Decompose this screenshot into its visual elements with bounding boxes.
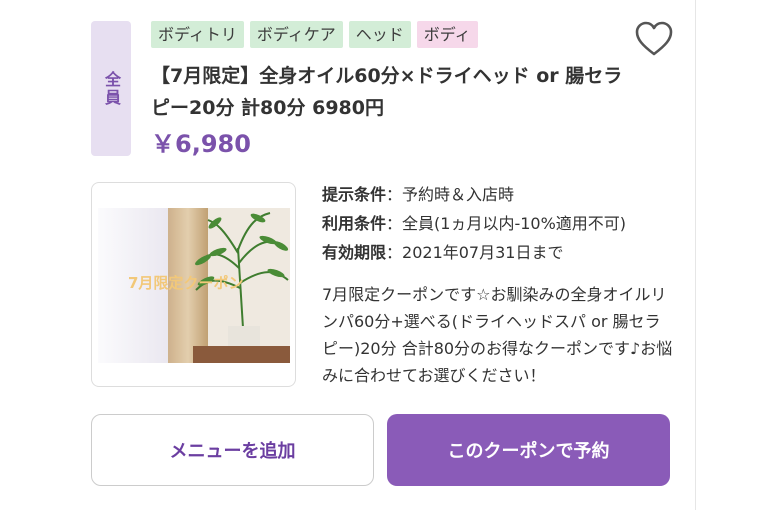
condition-value: 予約時＆入店時 [402, 185, 515, 204]
right-divider [695, 0, 696, 510]
condition-label: 有効期限 [322, 243, 387, 262]
condition-value: 2021年07月31日まで [402, 243, 564, 262]
tag-body: ボディ [416, 21, 478, 48]
coupon-title: 【7月限定】全身オイル60分×ドライヘッド or 腸セラピー20分 計80分 6… [151, 65, 623, 119]
category-tags: ボディトリ ボディケア ヘッド ボディ [151, 21, 478, 48]
condition-presentation: 提示条件：予約時＆入店時 [322, 185, 515, 204]
coupon-image: 7月限定クーポン [98, 208, 290, 363]
condition-label: 利用条件 [322, 214, 387, 233]
condition-expiry: 有効期限：2021年07月31日まで [322, 243, 564, 262]
image-caption: 7月限定クーポン [128, 274, 243, 292]
favorite-button[interactable] [634, 20, 674, 58]
coupon-price: ￥6,980 [151, 130, 251, 158]
add-menu-button[interactable]: メニューを追加 [91, 414, 374, 486]
member-badge: 全員 [91, 21, 131, 156]
tag-body-treatment: ボディトリ [151, 21, 244, 48]
tag-body-care: ボディケア [249, 21, 343, 48]
condition-usage: 利用条件：全員(1ヵ月以内-10%適用不可) [322, 214, 627, 233]
heart-outline-icon [635, 21, 673, 56]
coupon-conditions: 提示条件：予約時＆入店時 利用条件：全員(1ヵ月以内-10%適用不可) 有効期限… [322, 180, 626, 267]
coupon-image-card: 7月限定クーポン [91, 182, 296, 387]
coupon-description: 7月限定クーポンです☆お馴染みの全身オイルリンパ60分+選べる(ドライヘッドスパ… [322, 285, 673, 385]
condition-label: 提示条件 [322, 185, 387, 204]
reserve-with-coupon-button[interactable]: このクーポンで予約 [387, 414, 670, 486]
member-badge-label: 全員 [102, 70, 121, 107]
tag-head: ヘッド [348, 21, 411, 48]
condition-value: 全員(1ヵ月以内-10%適用不可) [402, 214, 627, 233]
